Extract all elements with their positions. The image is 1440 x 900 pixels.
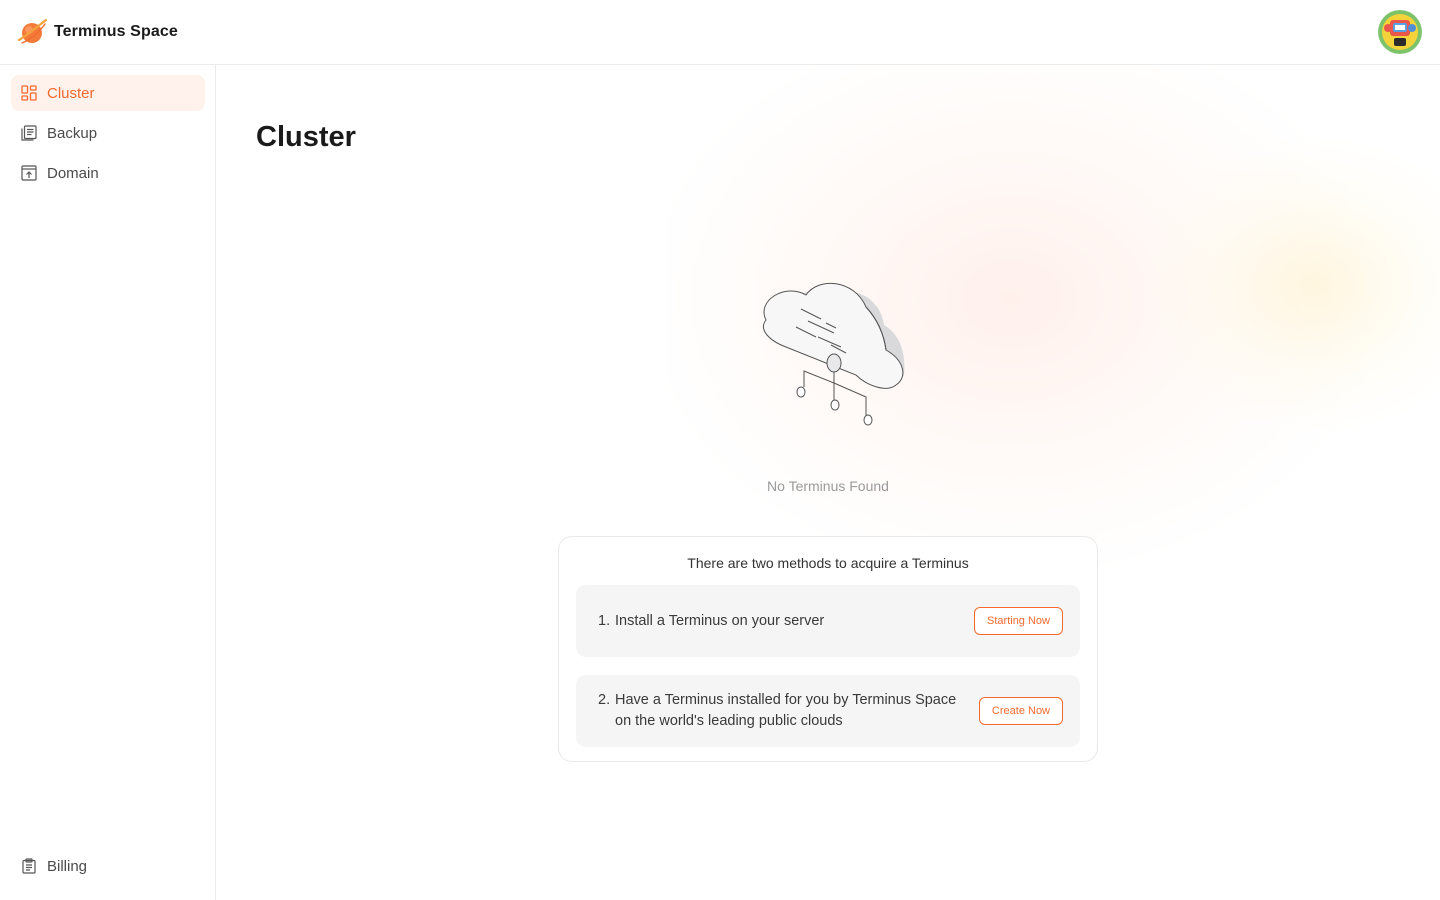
cloud-network-icon <box>746 275 916 435</box>
sidebar-item-label: Domain <box>47 164 99 182</box>
empty-state-text: No Terminus Found <box>767 478 889 494</box>
brand-name: Terminus Space <box>54 23 178 40</box>
sidebar-nav: Cluster Backup Domain <box>0 65 215 191</box>
billing-clipboard-icon <box>21 858 37 874</box>
sidebar-item-label: Billing <box>47 857 88 875</box>
sidebar-item-label: Backup <box>47 124 98 142</box>
method-row-install: 1. Install a Terminus on your server Sta… <box>576 585 1080 657</box>
sidebar-item-domain[interactable]: Domain <box>11 155 205 191</box>
sidebar-item-billing[interactable]: Billing <box>11 848 205 884</box>
method-description: Have a Terminus installed for you by Ter… <box>615 692 957 729</box>
methods-title: There are two methods to acquire a Termi… <box>687 555 969 571</box>
method-description: Install a Terminus on your server <box>615 612 825 629</box>
method-text: 2. Have a Terminus installed for you by … <box>598 690 960 732</box>
sidebar-item-label: Cluster <box>47 84 95 102</box>
methods-card: There are two methods to acquire a Termi… <box>558 536 1098 762</box>
starting-now-button[interactable]: Starting Now <box>974 607 1063 635</box>
main-content: Cluster No Terminus Found There are two … <box>216 65 1440 900</box>
sidebar-item-cluster[interactable]: Cluster <box>11 75 205 111</box>
user-avatar[interactable] <box>1378 10 1422 54</box>
create-now-button[interactable]: Create Now <box>978 697 1063 725</box>
method-number: 1. <box>598 612 611 629</box>
method-row-create: 2. Have a Terminus installed for you by … <box>576 675 1080 747</box>
top-header: Terminus Space <box>0 0 1440 65</box>
page-title: Cluster <box>256 121 356 153</box>
sidebar-item-backup[interactable]: Backup <box>11 115 205 151</box>
method-number: 2. <box>598 692 611 708</box>
brand[interactable]: Terminus Space <box>16 16 178 48</box>
method-text: 1. Install a Terminus on your server <box>598 611 824 632</box>
domain-upload-icon <box>21 165 37 181</box>
dashboard-grid-icon <box>21 85 37 101</box>
planet-logo-icon <box>16 16 48 48</box>
sidebar: Cluster Backup Domain Billing <box>0 65 216 900</box>
background-glow-warm <box>1136 135 1440 435</box>
sidebar-bottom: Billing <box>11 848 205 888</box>
backup-list-icon <box>21 125 37 141</box>
